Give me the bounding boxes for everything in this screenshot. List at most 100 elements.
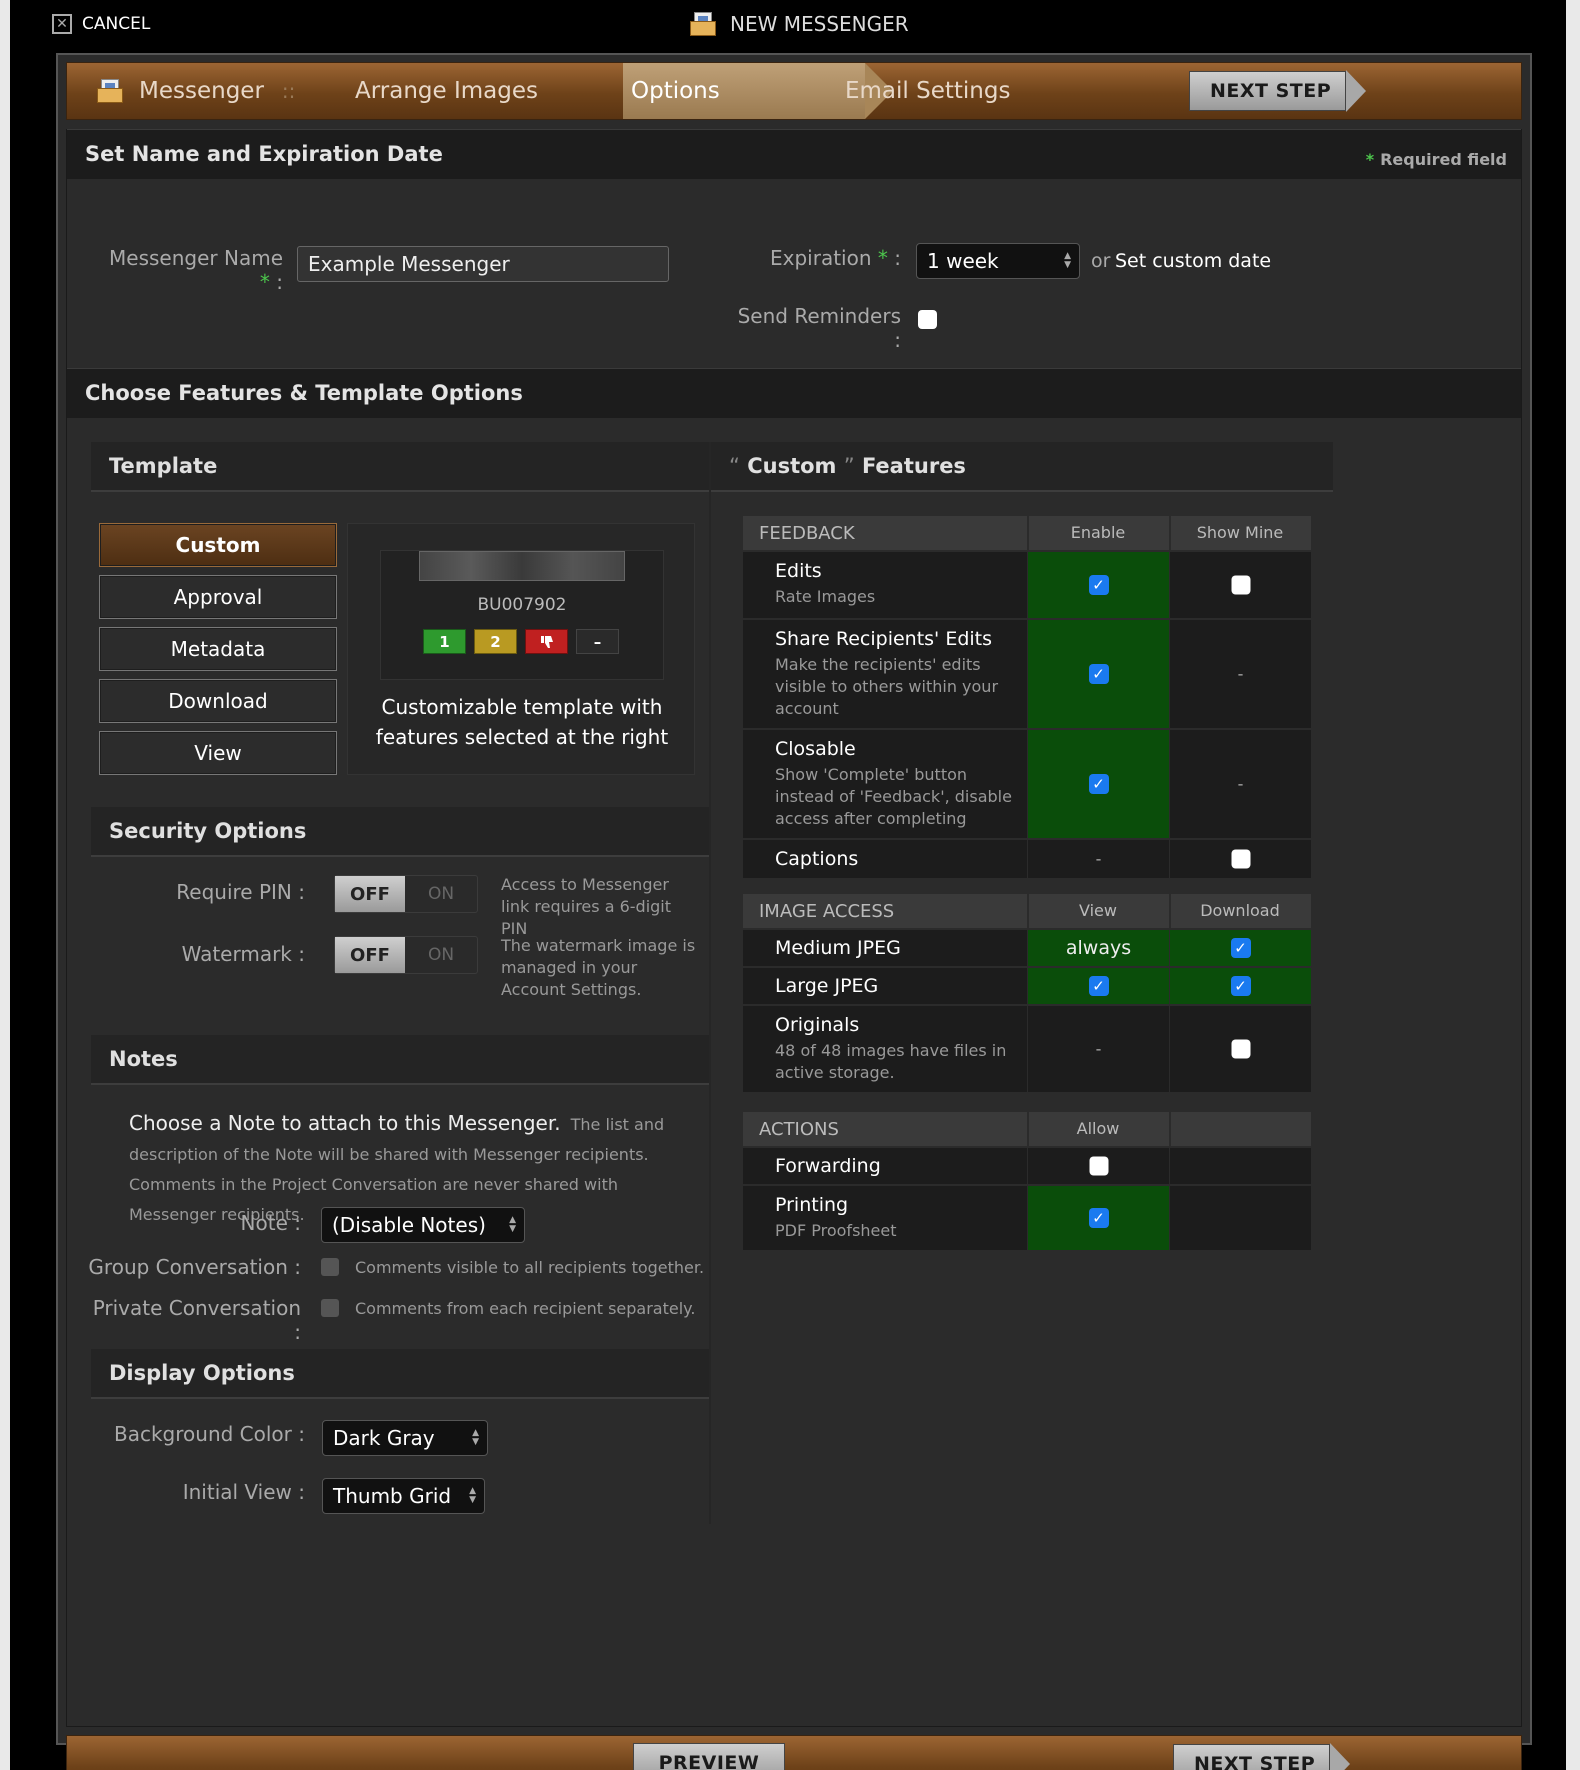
allow-checkbox-checked[interactable]: ✓ [1088,1208,1109,1228]
cancel-label: CANCEL [82,14,151,34]
enable-checkbox-checked[interactable]: ✓ [1088,664,1109,684]
section-name-expiration-header: Set Name and Expiration Date * Required f… [67,129,1521,179]
next-step-label: NEXT STEP [1189,71,1347,111]
cancel-button[interactable]: ✕ CANCEL [52,14,150,34]
send-reminders-checkbox[interactable] [918,310,937,329]
column-separator [1027,516,1029,550]
empty-cell [1169,1186,1311,1250]
close-icon: ✕ [52,14,72,34]
note-label: Note : [240,1211,301,1235]
preview-image-id: BU007902 [477,595,567,615]
feature-cell: ✓ [1027,620,1169,728]
template-view-button[interactable]: View [99,731,337,775]
initial-view-label: Initial View : [182,1480,305,1504]
feature-description: 48 of 48 images have files in active sto… [775,1041,1007,1082]
expiration-label: Expiration * : [770,246,901,270]
step-messenger[interactable]: Messenger :: [97,63,295,119]
feature-cell: ✓ [1027,730,1169,838]
template-custom-button[interactable]: Custom [99,523,337,567]
require-pin-toggle[interactable]: OFF ON [334,875,478,913]
download-checkbox-checked[interactable]: ✓ [1230,976,1251,996]
feature-name: Captions [775,848,859,870]
allow-checkbox[interactable] [1089,1156,1108,1176]
private-conversation-help: Comments from each recipient separately. [355,1299,696,1318]
note-value: (Disable Notes) [332,1213,486,1237]
messenger-name-input[interactable] [297,246,669,282]
feature-name: Forwarding [775,1155,881,1177]
section-title: Set Name and Expiration Date [85,142,443,166]
show-mine-dash: - [1237,664,1244,684]
feature-cell: - [1027,840,1169,878]
toggle-on: ON [427,884,455,904]
download-checkbox-checked[interactable]: ✓ [1230,938,1251,958]
template-metadata-button[interactable]: Metadata [99,627,337,671]
empty-cell [1169,1148,1311,1184]
feature-cell [1169,552,1311,618]
feature-cell: - [1027,1006,1169,1092]
feature-cell [1169,840,1311,878]
column-header: Allow [1076,1119,1120,1138]
view-checkbox-checked[interactable]: ✓ [1088,976,1109,996]
toggle-on: ON [427,945,455,965]
group-conversation-checkbox[interactable] [321,1258,339,1276]
display-options-header: Display Options [91,1349,709,1399]
feature-cell [1027,1148,1169,1184]
step-messenger-label: Messenger [139,78,264,104]
template-approval-button[interactable]: Approval [99,575,337,619]
column-header: View [1079,901,1117,920]
feature-row-closable: Show 'Complete' button instead of 'Feedb… [743,730,1311,840]
step-options[interactable]: Options [631,63,720,119]
section-title: Choose Features & Template Options [85,381,523,405]
private-conversation-label: Private Conversation : [92,1296,301,1344]
note-select[interactable]: (Disable Notes) ▲ ▼ [321,1207,525,1243]
enable-checkbox-checked[interactable]: ✓ [1088,575,1109,595]
template-description: Customizable template with features sele… [375,695,669,749]
step-bar: Messenger :: Arrange Images Options Emai… [66,62,1522,120]
enable-checkbox-checked[interactable]: ✓ [1088,774,1109,794]
show-mine-checkbox[interactable] [1231,575,1250,595]
private-conversation-checkbox[interactable] [321,1299,339,1317]
column-separator [1027,1112,1029,1146]
custom-features-header: “ Custom ” Features [711,442,1333,492]
template-download-button[interactable]: Download [99,679,337,723]
feature-description: Make the recipients' edits visible to ot… [775,655,999,718]
select-arrows-icon: ▲ ▼ [1064,251,1071,270]
feature-cell: - [1169,620,1311,728]
set-custom-date-link[interactable]: Set custom date [1115,250,1271,272]
feature-name: Closable [775,738,856,760]
feature-cell: ✓ [1027,552,1169,618]
security-options-header: Security Options [91,807,709,857]
group-conversation-label: Group Conversation : [88,1255,301,1279]
preview-button[interactable]: PREVIEW [633,1743,785,1770]
watermark-label: Watermark : [181,942,305,966]
download-checkbox[interactable] [1231,1039,1250,1059]
require-pin-label: Require PIN : [176,880,305,904]
feature-description: PDF Proofsheet [775,1221,897,1240]
toggle-off: OFF [335,937,405,973]
template-preview-card: BU007902 1 2 – Customizable template wit… [347,523,695,775]
background-color-select[interactable]: Dark Gray ▲ ▼ [322,1420,488,1456]
feature-cell: ✓ [1169,930,1311,966]
background-color-value: Dark Gray [333,1426,435,1450]
step-arrange-images[interactable]: Arrange Images [355,63,538,119]
feature-row-printing: PDF Proofsheet Printing ✓ [743,1186,1311,1252]
show-mine-dash: - [1237,774,1244,794]
feature-row-large-jpeg: Large JPEG ✓ ✓ [743,968,1311,1006]
column-divider [709,442,711,1524]
initial-view-select[interactable]: Thumb Grid ▲ ▼ [322,1478,485,1514]
view-dash: - [1095,1039,1102,1059]
column-separator [1027,894,1029,928]
rating-1-badge: 1 [423,629,466,654]
watermark-toggle[interactable]: OFF ON [334,936,478,974]
feature-row-captions: Captions - [743,840,1311,880]
expiration-select[interactable]: 1 week ▲ ▼ [916,243,1080,279]
thumbs-down-icon [525,629,568,654]
show-mine-checkbox[interactable] [1231,849,1250,869]
step-email-settings[interactable]: Email Settings [845,63,1010,119]
preview-badges: 1 2 – [423,629,619,654]
next-step-button-bottom[interactable]: NEXT STEP [1173,1743,1351,1770]
next-step-button-top[interactable]: NEXT STEP [1189,70,1367,112]
preview-thumbnail-card: BU007902 1 2 – [380,550,664,680]
section-features-header: Choose Features & Template Options [67,368,1521,418]
group-title: ACTIONS [759,1119,839,1140]
